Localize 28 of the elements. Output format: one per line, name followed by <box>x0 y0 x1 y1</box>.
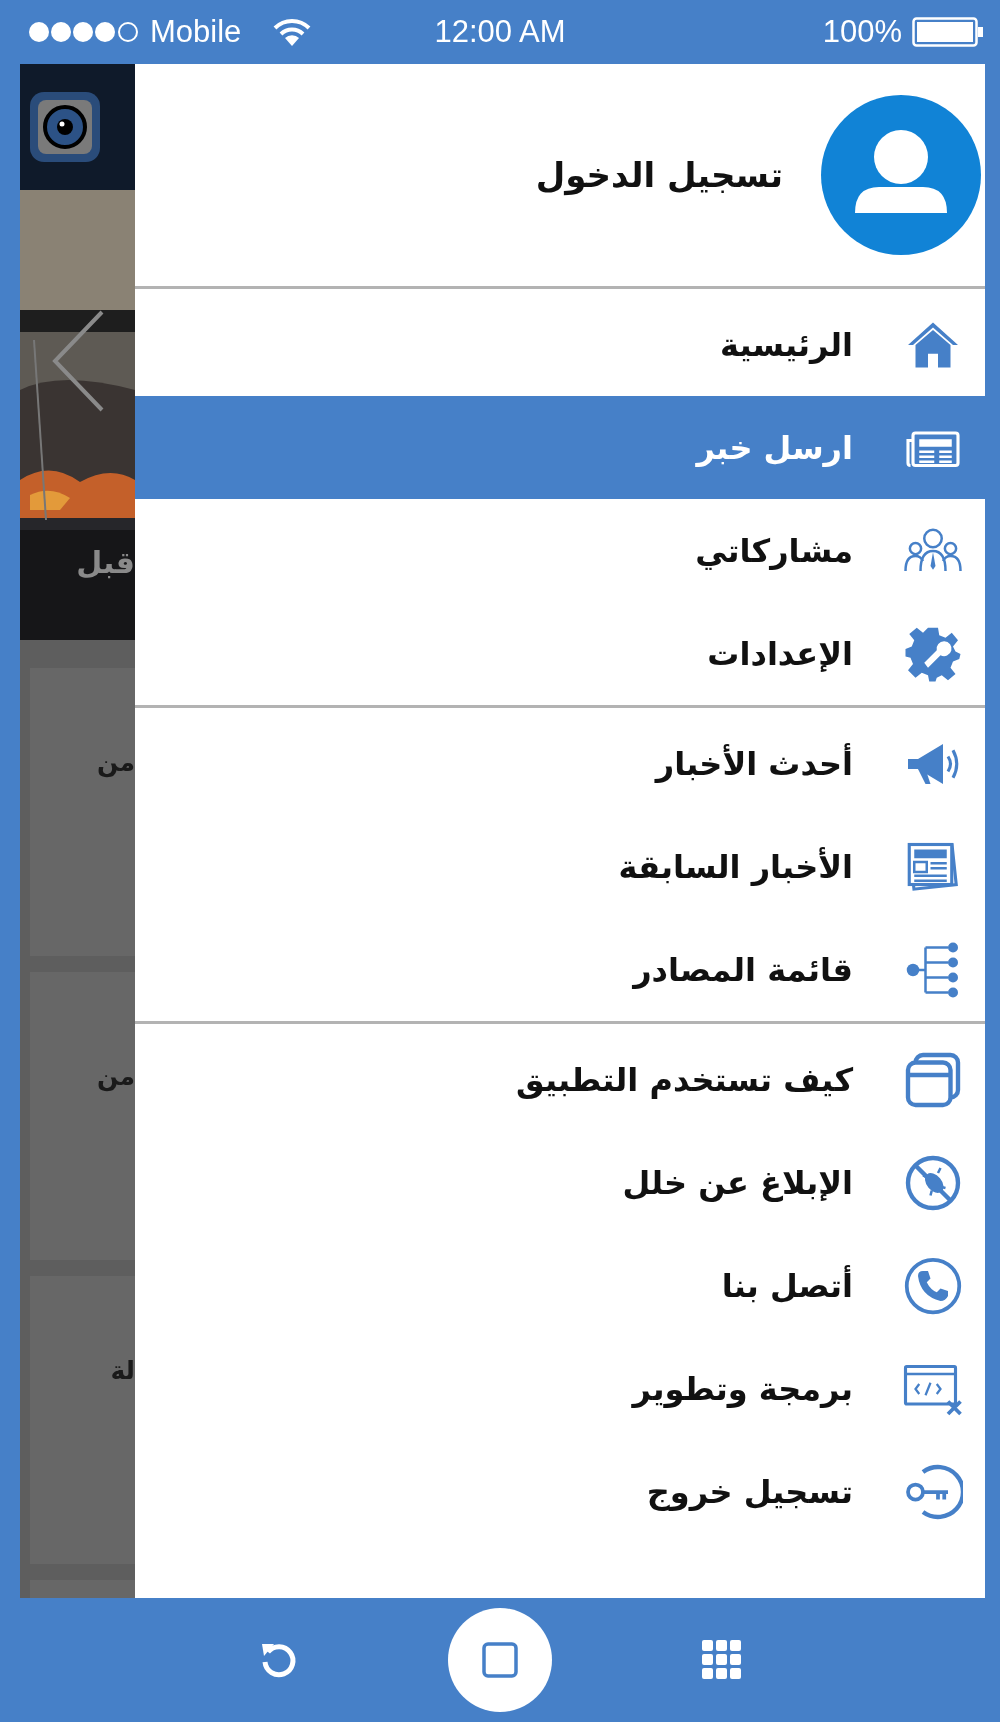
carrier-name: Mobile <box>150 14 242 50</box>
battery-percent: 100% <box>822 14 902 50</box>
camera-logo-icon <box>28 90 102 164</box>
battery-icon <box>912 17 984 47</box>
menu-item[interactable]: تسجيل خروج <box>135 1440 985 1543</box>
square-icon <box>482 1642 518 1678</box>
menu-item[interactable]: الإعدادات <box>135 602 985 705</box>
wifi-icon <box>273 18 312 46</box>
menu-item[interactable]: أحدث الأخبار <box>135 712 985 815</box>
menu-item[interactable]: الرئيسية <box>135 293 985 396</box>
avatar-icon[interactable] <box>821 95 981 255</box>
menu-item[interactable]: الإبلاغ عن خلل <box>135 1131 985 1234</box>
menu-item[interactable]: برمجة وتطوير <box>135 1337 985 1440</box>
menu-item[interactable]: قائمة المصادر <box>135 918 985 1021</box>
login-link[interactable]: تسجيل الدخول <box>535 155 783 195</box>
apps-grid-icon[interactable] <box>702 1640 742 1680</box>
clock-time: 12:00 AM <box>434 14 566 50</box>
signal-icon <box>28 21 140 43</box>
card-title: لة <box>110 1356 135 1385</box>
card-title: من <box>97 748 135 777</box>
menu-item[interactable]: الأخبار السابقة <box>135 815 985 918</box>
phone-icon <box>903 1255 963 1316</box>
menu-item[interactable]: مشاركاتي <box>135 499 985 602</box>
slide-caption: قبل <box>76 545 135 580</box>
menu-item[interactable]: كيف تستخدم التطبيق <box>135 1028 985 1131</box>
card-title: من <box>97 1062 135 1091</box>
menu-item[interactable]: ارسل خبر <box>135 396 985 499</box>
menu-item[interactable]: أتصل بنا <box>135 1234 985 1337</box>
